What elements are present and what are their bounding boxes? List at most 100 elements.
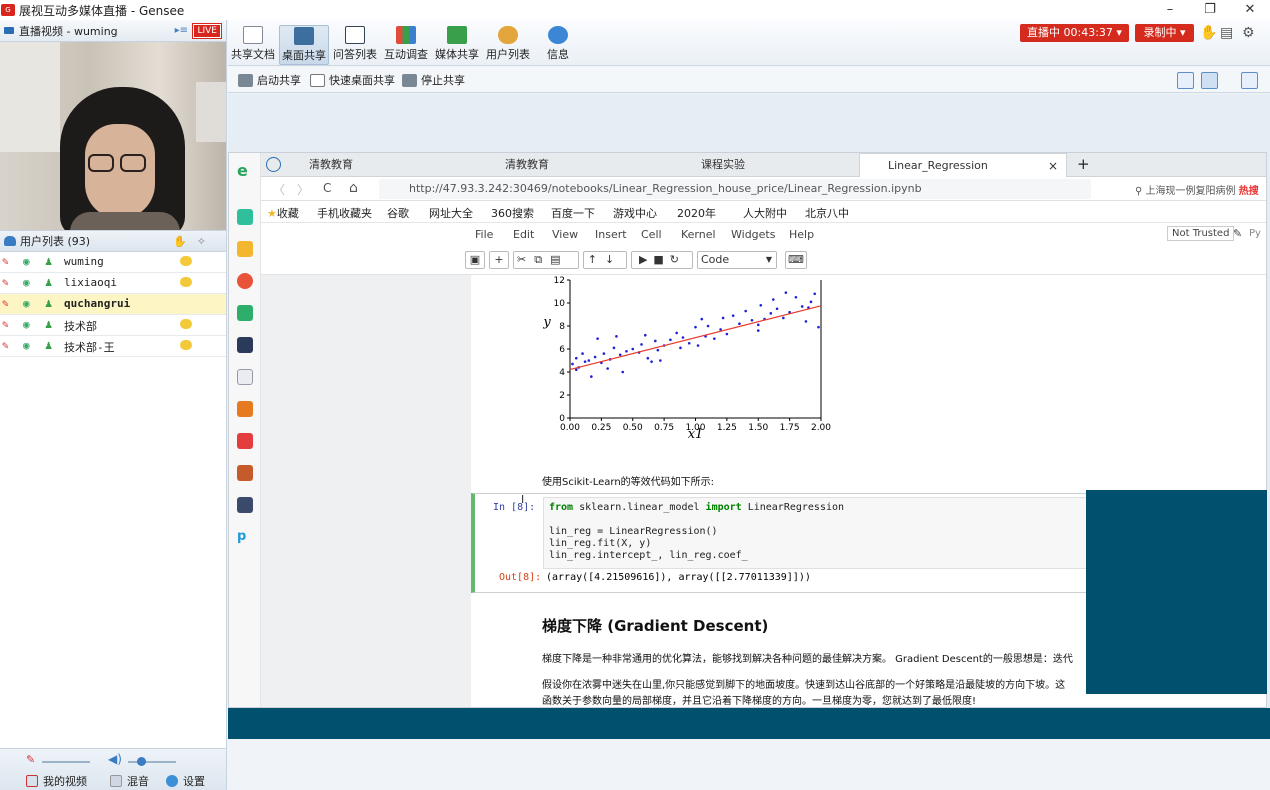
paragraph: 假设你在浓雾中迷失在山里,你只能感觉到脚下的地面坡度。快速到达山谷底部的一个好策… bbox=[542, 680, 1066, 691]
cell-type-select[interactable]: Code ▼ bbox=[697, 251, 777, 269]
user-row[interactable]: ✎ ◉ ♟ lixiaoqi bbox=[0, 273, 226, 294]
data-point bbox=[756, 329, 760, 332]
cut-copy-paste-icons[interactable]: ✂⧉▤ bbox=[513, 251, 579, 269]
data-point bbox=[656, 348, 660, 352]
video-options-icon[interactable]: ▸≡ bbox=[175, 25, 188, 36]
add-cell-icon[interactable]: + bbox=[489, 251, 509, 269]
browser-tab[interactable]: 课程实验 bbox=[673, 153, 863, 177]
actual-size-icon[interactable] bbox=[1201, 72, 1218, 89]
game-icon[interactable] bbox=[237, 465, 253, 481]
close-button[interactable]: ✕ bbox=[1230, 0, 1270, 20]
menu-kernel[interactable]: Kernel bbox=[681, 228, 716, 241]
save-icon[interactable]: ▣ bbox=[465, 251, 485, 269]
not-trusted-badge[interactable]: Not Trusted bbox=[1167, 226, 1235, 241]
menu-view[interactable]: View bbox=[552, 228, 578, 241]
y-tick-label: 10 bbox=[554, 299, 566, 309]
volume-knob[interactable] bbox=[137, 757, 146, 766]
forward-icon[interactable]: 〉 bbox=[297, 181, 309, 198]
move-cell-icons[interactable]: ↑↓ bbox=[583, 251, 627, 269]
user-row[interactable]: ✎ ◉ ♟ 技术部-王 bbox=[0, 336, 226, 357]
gear-icon[interactable]: ⚙ bbox=[1242, 25, 1255, 41]
bookmark-item[interactable]: 人大附中 bbox=[743, 205, 787, 221]
game-icon[interactable] bbox=[237, 497, 253, 513]
media-share-button[interactable]: 媒体共享 bbox=[432, 25, 482, 65]
bookmark-item[interactable]: 游戏中心 bbox=[613, 205, 657, 221]
chat-icon[interactable] bbox=[180, 256, 192, 266]
run-stop-restart-icons[interactable]: ▶■↻ bbox=[631, 251, 693, 269]
minimize-button[interactable]: – bbox=[1150, 0, 1190, 20]
bookmark-item[interactable]: 2020年 bbox=[677, 205, 716, 221]
mix-icon bbox=[110, 775, 122, 787]
user-row[interactable]: ✎ ◉ ♟ wuming bbox=[0, 252, 226, 273]
browser-tab[interactable]: 清教教育 bbox=[281, 153, 471, 177]
browser-tab-active[interactable]: Linear_Regression × bbox=[859, 153, 1067, 177]
search-hint[interactable]: ⚲ 上海现一例复阳病例 热搜 bbox=[1135, 182, 1259, 197]
reload-icon[interactable]: C bbox=[323, 181, 331, 195]
url-field[interactable]: http://47.93.3.242:30469/notebooks/Linea… bbox=[379, 179, 1091, 199]
star-icon[interactable] bbox=[237, 241, 253, 257]
desktop-icon bbox=[294, 27, 314, 45]
desktop-share-button[interactable]: 桌面共享 bbox=[279, 25, 329, 65]
restore-button[interactable]: ❐ bbox=[1190, 0, 1230, 20]
sidebar-app-icon[interactable] bbox=[237, 337, 253, 353]
chat-icon[interactable] bbox=[180, 319, 192, 329]
hand-icon[interactable]: ✋✧ bbox=[173, 235, 216, 248]
chat-icon[interactable] bbox=[180, 340, 192, 350]
bookmark-item[interactable]: 网址大全 bbox=[429, 205, 473, 221]
doc-icon[interactable] bbox=[237, 369, 253, 385]
keyboard-icon[interactable]: ⌨ bbox=[785, 251, 807, 269]
stop-share-button[interactable]: 停止共享 bbox=[402, 72, 465, 88]
close-tab-icon[interactable]: × bbox=[1048, 154, 1058, 178]
bookmark-item[interactable]: 谷歌 bbox=[387, 205, 409, 221]
sidebar-app-icon[interactable] bbox=[237, 209, 253, 225]
bookmark-item[interactable]: 360搜索 bbox=[491, 205, 534, 221]
user-row[interactable]: ✎ ◉ ♟ quchangrui bbox=[0, 294, 226, 315]
menu-insert[interactable]: Insert bbox=[595, 228, 627, 241]
edit-icon[interactable]: ✎ bbox=[1233, 227, 1242, 240]
home-icon[interactable]: ⌂ bbox=[349, 180, 358, 196]
survey-button[interactable]: 互动调查 bbox=[381, 25, 431, 65]
mail-icon[interactable] bbox=[237, 305, 253, 321]
mix-button[interactable]: 混音 bbox=[110, 773, 149, 789]
mic-slider[interactable] bbox=[42, 761, 90, 763]
menu-widgets[interactable]: Widgets bbox=[731, 228, 775, 241]
fit-screen-icon[interactable] bbox=[1177, 72, 1194, 89]
bookmark-item[interactable]: ★收藏 bbox=[267, 205, 299, 221]
volume-slider[interactable] bbox=[128, 761, 176, 763]
share-doc-button[interactable]: 共享文档 bbox=[228, 25, 278, 65]
stop-share-icon bbox=[402, 73, 417, 87]
back-icon[interactable]: 〈 bbox=[273, 181, 285, 198]
menu-cell[interactable]: Cell bbox=[641, 228, 662, 241]
settings-button[interactable]: 设置 bbox=[166, 773, 205, 789]
weibo-icon[interactable] bbox=[237, 273, 253, 289]
raise-hand-icon[interactable]: ✋ bbox=[1200, 25, 1217, 41]
browser-tab[interactable]: 清教教育 bbox=[477, 153, 667, 177]
my-video-button[interactable]: 我的视频 bbox=[26, 773, 87, 789]
bookmark-item[interactable]: 手机收藏夹 bbox=[317, 205, 372, 221]
start-share-button[interactable]: 启动共享 bbox=[238, 72, 301, 88]
user-list-button[interactable]: 用户列表 bbox=[483, 25, 533, 65]
new-tab-icon[interactable]: + bbox=[1077, 155, 1090, 173]
shop-icon[interactable] bbox=[237, 433, 253, 449]
quick-share-button[interactable]: 快速桌面共享 bbox=[310, 72, 395, 88]
code-input[interactable]: from sklearn.linear_model import LinearR… bbox=[543, 497, 1103, 569]
layout-icon[interactable]: ▤ bbox=[1220, 25, 1233, 41]
menu-help[interactable]: Help bbox=[789, 228, 814, 241]
mic-icon: ✎ bbox=[2, 339, 9, 352]
qa-list-button[interactable]: 问答列表 bbox=[330, 25, 380, 65]
bookmark-item[interactable]: 北京八中 bbox=[805, 205, 849, 221]
section-heading: 梯度下降 (Gradient Descent) bbox=[542, 617, 769, 635]
game-icon[interactable] bbox=[237, 401, 253, 417]
data-point bbox=[696, 344, 700, 347]
recording-status-button[interactable]: 录制中 ▾ bbox=[1135, 24, 1194, 42]
navigate-icon[interactable] bbox=[266, 157, 281, 172]
bookmark-item[interactable]: 百度一下 bbox=[551, 205, 595, 221]
menu-file[interactable]: File bbox=[475, 228, 493, 241]
pay-icon[interactable]: p bbox=[237, 529, 253, 545]
info-button[interactable]: 信息 bbox=[533, 25, 583, 65]
live-status-button[interactable]: 直播中 00:43:37 ▾ bbox=[1020, 24, 1129, 42]
fullscreen-icon[interactable] bbox=[1241, 72, 1258, 89]
chat-icon[interactable] bbox=[180, 277, 192, 287]
menu-edit[interactable]: Edit bbox=[513, 228, 534, 241]
user-row[interactable]: ✎ ◉ ♟ 技术部 bbox=[0, 315, 226, 336]
